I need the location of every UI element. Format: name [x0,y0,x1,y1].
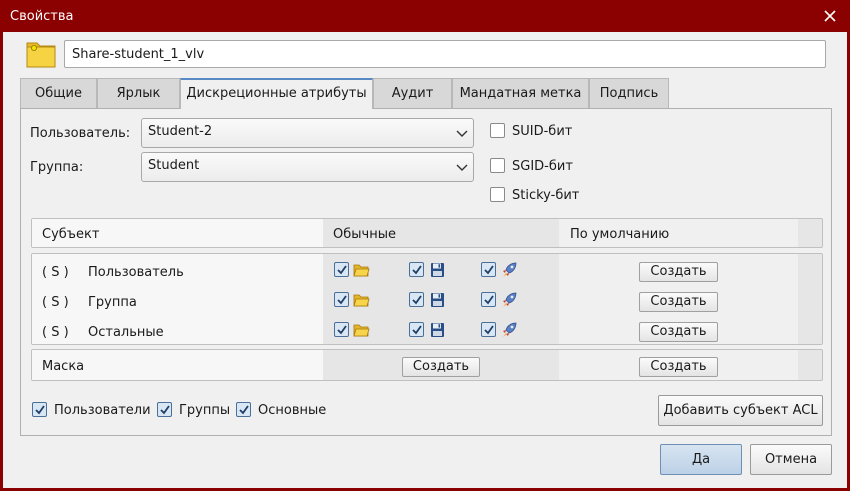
mask-create-normal-button[interactable]: Создать [402,357,480,377]
acl-write-checkbox[interactable] [409,322,424,337]
dialog-body: Общие Ярлык Дискреционные атрибуты Аудит… [3,32,847,488]
acl-row[interactable]: ( S ) Пользователь Создать [32,256,824,284]
rocket-icon [501,262,518,278]
filter-basic-checkbox[interactable] [236,402,251,417]
rocket-icon [501,292,518,308]
open-folder-icon [353,292,370,308]
acl-rows: ( S ) Пользователь Создать ( S ) Группа Созда… [31,253,823,345]
acl-exec-checkbox[interactable] [481,262,496,277]
owner-user-select[interactable]: Student-2 [141,118,474,148]
acl-write-checkbox[interactable] [409,292,424,307]
filter-groups-label: Группы [179,403,231,418]
discretionary-panel: Пользователь: Student-2 Группа: Student … [20,108,832,436]
properties-window: Свойства Общие Ярлык Дискреционные атриб… [0,0,850,491]
owner-group-label: Группа: [30,160,84,175]
tab-general[interactable]: Общие [20,78,97,108]
tab-mandatory-label[interactable]: Мандатная метка [452,78,589,108]
acl-read-checkbox[interactable] [334,262,349,277]
acl-row-subject: Остальные [88,325,164,340]
open-folder-icon [353,262,370,278]
acl-row[interactable]: ( S ) Остальные Создать [32,316,824,344]
acl-header-default: По умолчанию [570,227,670,242]
mask-create-default-button[interactable]: Создать [639,357,718,377]
acl-write-checkbox[interactable] [409,262,424,277]
acl-row-create-button[interactable]: Создать [639,322,718,342]
floppy-disk-icon [429,292,446,308]
acl-exec-checkbox[interactable] [481,322,496,337]
owner-user-value: Student-2 [148,124,213,139]
sticky-checkbox[interactable] [490,187,505,202]
floppy-disk-icon [429,262,446,278]
filter-basic-label: Основные [258,403,327,418]
tab-audit[interactable]: Аудит [373,78,452,108]
sticky-label: Sticky-бит [512,188,580,203]
filter-users-checkbox[interactable] [32,402,47,417]
acl-row-subject: Группа [88,295,137,310]
chevron-down-icon [456,162,468,172]
sgid-checkbox[interactable] [490,158,505,173]
acl-row-create-button[interactable]: Создать [639,262,718,282]
acl-row-subject: Пользователь [88,265,184,280]
filter-users-label: Пользователи [54,403,151,418]
window-title: Свойства [10,9,74,24]
sgid-label: SGID-бит [512,159,573,174]
floppy-disk-icon [429,322,446,338]
acl-header-normal: Обычные [333,227,396,242]
add-acl-subject-button[interactable]: Добавить субъект ACL [658,395,823,426]
acl-row-tag: ( S ) [42,295,69,310]
title-bar[interactable]: Свойства [0,0,850,32]
acl-mask-row: Маска Создать Создать [31,349,823,381]
acl-read-checkbox[interactable] [334,292,349,307]
cancel-button[interactable]: Отмена [750,444,832,475]
tab-discretionary-attributes[interactable]: Дискреционные атрибуты [180,78,373,109]
close-icon[interactable] [820,6,840,26]
acl-row[interactable]: ( S ) Группа Создать [32,286,824,314]
mask-label: Маска [42,359,85,374]
tab-shortcut[interactable]: Ярлык [97,78,180,108]
name-input[interactable] [64,40,826,68]
open-folder-icon [353,322,370,338]
owner-group-select[interactable]: Student [141,152,474,182]
suid-label: SUID-бит [512,124,573,139]
acl-header-subject: Субъект [42,227,100,242]
suid-checkbox[interactable] [490,123,505,138]
tab-bar: Общие Ярлык Дискреционные атрибуты Аудит… [20,78,670,109]
ok-button[interactable]: Да [660,444,742,475]
acl-row-tag: ( S ) [42,325,69,340]
acl-row-create-button[interactable]: Создать [639,292,718,312]
acl-header: Субъект Обычные По умолчанию [31,218,823,248]
rocket-icon [501,322,518,338]
tab-signature[interactable]: Подпись [589,78,669,108]
acl-read-checkbox[interactable] [334,322,349,337]
acl-exec-checkbox[interactable] [481,292,496,307]
folder-icon [25,38,57,70]
owner-user-label: Пользователь: [30,126,131,141]
filter-groups-checkbox[interactable] [157,402,172,417]
owner-group-value: Student [148,158,200,173]
chevron-down-icon [456,128,468,138]
acl-row-tag: ( S ) [42,265,69,280]
